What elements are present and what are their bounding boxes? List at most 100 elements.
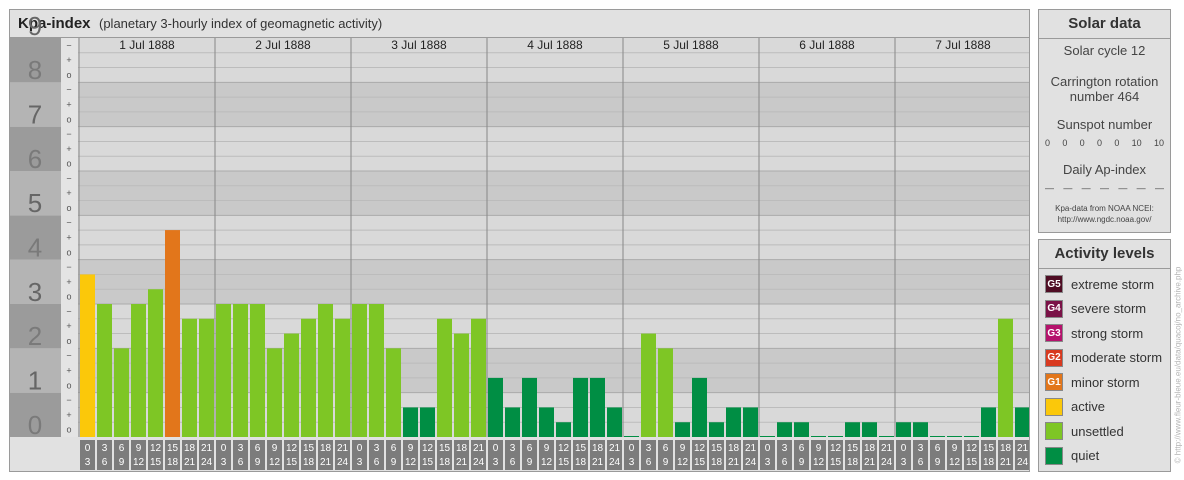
interval-start-label: 15 — [439, 443, 451, 454]
grid-band — [78, 215, 1029, 260]
interval-end-label: 21 — [728, 457, 740, 468]
interval-start-label: 3 — [782, 443, 788, 454]
interval-end-label: 6 — [510, 457, 516, 468]
interval-start-label: 3 — [918, 443, 924, 454]
legend-swatch: G1 — [1045, 373, 1063, 391]
legend-swatch: G3 — [1045, 324, 1063, 342]
y-tick-label: 3 — [28, 277, 42, 307]
legend-label: quiet — [1071, 448, 1100, 463]
kp-bar — [947, 436, 962, 437]
interval-start-label: 9 — [680, 443, 686, 454]
ap-values: — — — — — — — — [1045, 183, 1164, 193]
interval-start-label: 6 — [255, 443, 261, 454]
interval-start-label: 0 — [629, 443, 635, 454]
interval-start-label: 12 — [286, 443, 298, 454]
minor-tick-label: − — [66, 85, 71, 95]
interval-start-label: 12 — [150, 443, 162, 454]
minor-tick-label: + — [66, 366, 71, 376]
legend-label: unsettled — [1071, 423, 1124, 439]
interval-end-label: 21 — [864, 457, 876, 468]
kp-bar — [607, 407, 622, 437]
day-label: 4 Jul 1888 — [527, 38, 583, 52]
ap-value: — — [1099, 183, 1109, 193]
minor-tick-label: + — [66, 233, 71, 243]
interval-end-label: 15 — [286, 457, 298, 468]
kp-bar — [658, 348, 673, 437]
kp-bar — [964, 436, 979, 437]
interval-end-label: 3 — [357, 457, 363, 468]
ap-value: — — [1081, 183, 1091, 193]
legend-item: active — [1045, 397, 1105, 417]
interval-end-label: 12 — [949, 457, 961, 468]
interval-start-label: 6 — [119, 443, 125, 454]
interval-end-label: 3 — [85, 457, 91, 468]
interval-start-label: 12 — [966, 443, 978, 454]
interval-end-label: 9 — [391, 457, 397, 468]
legend-swatch — [1045, 422, 1063, 440]
solar-divider — [1039, 38, 1170, 39]
interval-end-label: 3 — [901, 457, 907, 468]
kpa-chart-panel: Kpa-index (planetary 3-hourly index of g… — [9, 9, 1030, 472]
minor-tick-label: − — [66, 218, 71, 228]
interval-start-label: 18 — [864, 443, 876, 454]
interval-start-label: 21 — [745, 443, 757, 454]
legend-item: unsettled — [1045, 421, 1124, 441]
kp-bar — [709, 422, 724, 437]
interval-end-label: 24 — [473, 457, 485, 468]
interval-end-label: 6 — [374, 457, 380, 468]
kp-bar — [301, 318, 316, 437]
legend-title: Activity levels — [1054, 245, 1155, 262]
y-tick-label: 8 — [28, 55, 42, 85]
kp-bar — [777, 422, 792, 437]
minor-tick-label: o — [66, 425, 71, 435]
interval-start-label: 9 — [136, 443, 142, 454]
interval-start-label: 18 — [456, 443, 468, 454]
kp-bar — [199, 318, 214, 437]
kp-bar — [998, 318, 1013, 437]
interval-end-label: 21 — [320, 457, 332, 468]
day-label: 3 Jul 1888 — [391, 38, 447, 52]
interval-end-label: 24 — [201, 457, 213, 468]
interval-end-label: 18 — [575, 457, 587, 468]
interval-end-label: 24 — [881, 457, 893, 468]
interval-start-label: 0 — [493, 443, 499, 454]
kp-bar — [896, 422, 911, 437]
minor-tick-label: + — [66, 144, 71, 154]
legend-label: strong storm — [1071, 325, 1144, 341]
sunspot-value: 0 — [1045, 138, 1051, 148]
grid-band — [78, 171, 1029, 216]
legend-item: quiet — [1045, 446, 1099, 466]
grid-band — [78, 126, 1029, 171]
minor-tick-label: o — [66, 380, 71, 390]
kp-bar — [114, 348, 129, 437]
legend-label: extreme storm — [1071, 276, 1155, 292]
kp-bar — [556, 422, 571, 437]
interval-end-label: 3 — [629, 457, 635, 468]
interval-start-label: 6 — [663, 443, 669, 454]
minor-tick-label: + — [66, 321, 71, 331]
y-tick-label: 6 — [28, 144, 42, 174]
interval-start-label: 3 — [102, 443, 108, 454]
interval-end-label: 6 — [646, 457, 652, 468]
y-tick-label: 7 — [28, 100, 42, 130]
kp-bar — [675, 422, 690, 437]
interval-start-label: 9 — [952, 443, 958, 454]
kp-bar — [1015, 407, 1029, 437]
kp-bar — [726, 407, 741, 437]
minor-tick-label: o — [66, 203, 71, 213]
interval-start-label: 6 — [527, 443, 533, 454]
sunspot-value: 0 — [1079, 138, 1085, 148]
kp-bar — [148, 289, 163, 437]
interval-end-label: 24 — [609, 457, 621, 468]
legend-label: active — [1071, 399, 1105, 414]
minor-tick-label: + — [66, 100, 71, 110]
interval-start-label: 21 — [201, 443, 213, 454]
source-credit: Kpa-data from NOAA NCEI: — [1055, 204, 1154, 213]
legend-item: G3 strong storm — [1045, 323, 1143, 343]
interval-end-label: 12 — [405, 457, 417, 468]
interval-end-label: 9 — [663, 457, 669, 468]
interval-start-label: 3 — [510, 443, 516, 454]
kp-bar — [590, 377, 605, 437]
interval-end-label: 15 — [694, 457, 706, 468]
ap-value: — — [1136, 183, 1146, 193]
